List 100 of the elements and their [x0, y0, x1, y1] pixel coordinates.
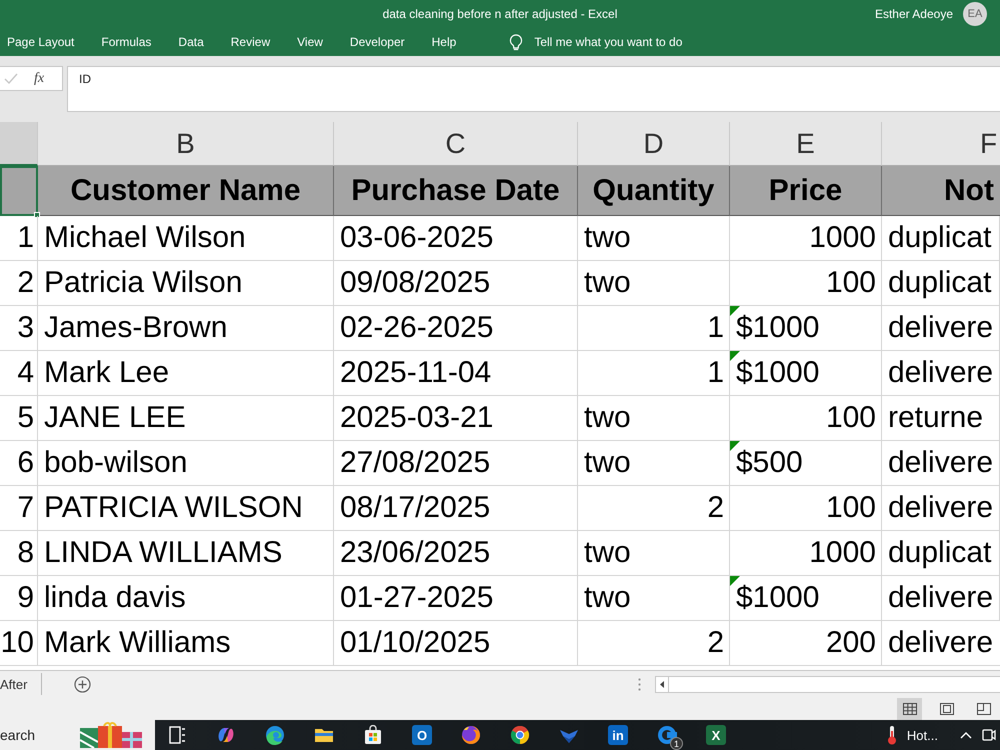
- table-cell: PATRICIA WILSON: [38, 486, 334, 531]
- wave-logo-icon[interactable]: [265, 725, 285, 745]
- table-cell: 2025-11-04: [334, 351, 578, 396]
- chevron-up-icon[interactable]: [960, 732, 972, 738]
- table-cell: 10: [0, 621, 38, 666]
- header-cell: Customer Name: [38, 166, 334, 216]
- search-field[interactable]: earch: [0, 724, 72, 746]
- table-cell: 2: [578, 621, 730, 666]
- column-header[interactable]: D: [578, 122, 730, 166]
- formula-input[interactable]: ID: [67, 66, 1000, 112]
- thermometer-icon: [886, 725, 897, 745]
- table-cell: 200: [730, 621, 882, 666]
- table-cell: 1: [578, 351, 730, 396]
- table-cell: 7: [0, 486, 38, 531]
- table-cell: two: [578, 396, 730, 441]
- table-cell: linda davis: [38, 576, 334, 621]
- notification-badge: 1: [670, 737, 683, 750]
- table-cell: 03-06-2025: [334, 216, 578, 261]
- ribbon-tab[interactable]: View: [297, 31, 323, 53]
- table-cell: delivere: [882, 621, 1000, 666]
- ribbon-tab[interactable]: Review: [230, 31, 270, 53]
- table-cell: 1000: [730, 216, 882, 261]
- page-icon: [940, 702, 954, 714]
- table-cell: bob-wilson: [38, 441, 334, 486]
- insert-function-button[interactable]: fx: [34, 70, 44, 86]
- lightbulb-icon: [509, 34, 524, 50]
- table-cell: 02-26-2025: [334, 306, 578, 351]
- table-cell: 01-27-2025: [334, 576, 578, 621]
- globe-logo-icon[interactable]: [461, 725, 481, 745]
- table-cell: 4: [0, 351, 38, 396]
- header-cell: Not: [882, 166, 1000, 216]
- grid-icon: [902, 702, 916, 714]
- table-cell: JANE LEE: [38, 396, 334, 441]
- table-cell: $1000: [730, 576, 882, 621]
- table-cell: $1000: [730, 351, 882, 396]
- table-cell: Mark Lee: [38, 351, 334, 396]
- table-cell: delivere: [882, 306, 1000, 351]
- column-header[interactable]: [0, 122, 38, 166]
- sheet-app-button[interactable]: X: [706, 725, 726, 745]
- shopping-bag-icon[interactable]: [363, 725, 383, 745]
- table-cell: 5: [0, 396, 38, 441]
- swirl-logo-icon[interactable]: [216, 725, 236, 745]
- table-cell: 2: [578, 486, 730, 531]
- header-cell: Quantity: [578, 166, 730, 216]
- ribbon-tab[interactable]: Help: [432, 31, 456, 53]
- table-cell: 6: [0, 441, 38, 486]
- header-cell: Price: [730, 166, 882, 216]
- table-cell: 01/10/2025: [334, 621, 578, 666]
- table-cell: 09/08/2025: [334, 261, 578, 306]
- table-cell: 23/06/2025: [334, 531, 578, 576]
- task-view-icon[interactable]: [167, 725, 187, 745]
- user-avatar[interactable]: EA: [963, 2, 987, 26]
- tell-me-search[interactable]: Tell me what you want to do: [509, 31, 682, 53]
- sheet-tab[interactable]: After: [0, 673, 42, 695]
- ring-logo-icon[interactable]: [510, 725, 530, 745]
- table-cell: 8: [0, 531, 38, 576]
- table-cell: delivere: [882, 441, 1000, 486]
- selected-cell[interactable]: [0, 166, 38, 216]
- weather-widget[interactable]: Hot...: [886, 725, 938, 745]
- column-header[interactable]: F: [882, 122, 1000, 166]
- video-camera-icon[interactable]: [982, 728, 996, 742]
- table-cell: Michael Wilson: [38, 216, 334, 261]
- table-cell: returne: [882, 396, 1000, 441]
- header-cell: Purchase Date: [334, 166, 578, 216]
- column-header[interactable]: C: [334, 122, 578, 166]
- table-cell: 2: [0, 261, 38, 306]
- ring-c-logo-icon[interactable]: [657, 725, 677, 745]
- gift-boxes-icon: [78, 722, 144, 748]
- table-cell: $500: [730, 441, 882, 486]
- table-cell: Mark Williams: [38, 621, 334, 666]
- table-cell: duplicat: [882, 531, 1000, 576]
- table-cell: 3: [0, 306, 38, 351]
- table-cell: 08/17/2025: [334, 486, 578, 531]
- normal-view-button[interactable]: [897, 698, 922, 720]
- add-sheet-icon[interactable]: [74, 676, 92, 692]
- table-cell: two: [578, 216, 730, 261]
- column-header[interactable]: B: [38, 122, 334, 166]
- table-cell: Patricia Wilson: [38, 261, 334, 306]
- column-header[interactable]: E: [730, 122, 882, 166]
- table-cell: duplicat: [882, 261, 1000, 306]
- table-cell: 2025-03-21: [334, 396, 578, 441]
- search-box[interactable]: earch: [0, 720, 155, 750]
- fill-handle-icon[interactable]: [34, 212, 40, 218]
- horizontal-scrollbar[interactable]: [655, 676, 1000, 692]
- in-app-button[interactable]: in: [608, 725, 628, 745]
- ribbon-tab[interactable]: Formulas: [101, 31, 152, 53]
- ribbon-tab[interactable]: Data: [178, 31, 204, 53]
- table-cell: 100: [730, 396, 882, 441]
- splitter-handle-icon[interactable]: [638, 678, 641, 690]
- table-cell: LINDA WILLIAMS: [38, 531, 334, 576]
- table-cell: two: [578, 576, 730, 621]
- window-title: data cleaning before n after adjusted - Excel: [382, 7, 618, 21]
- table-cell: 1: [578, 306, 730, 351]
- scroll-left-icon[interactable]: [660, 680, 664, 688]
- mail-app-button[interactable]: O: [412, 725, 432, 745]
- table-cell: two: [578, 261, 730, 306]
- table-cell: duplicat: [882, 216, 1000, 261]
- table-cell: 27/08/2025: [334, 441, 578, 486]
- ribbon-tab[interactable]: Page Layout: [7, 31, 74, 53]
- ribbon-tab[interactable]: Developer: [350, 31, 405, 53]
